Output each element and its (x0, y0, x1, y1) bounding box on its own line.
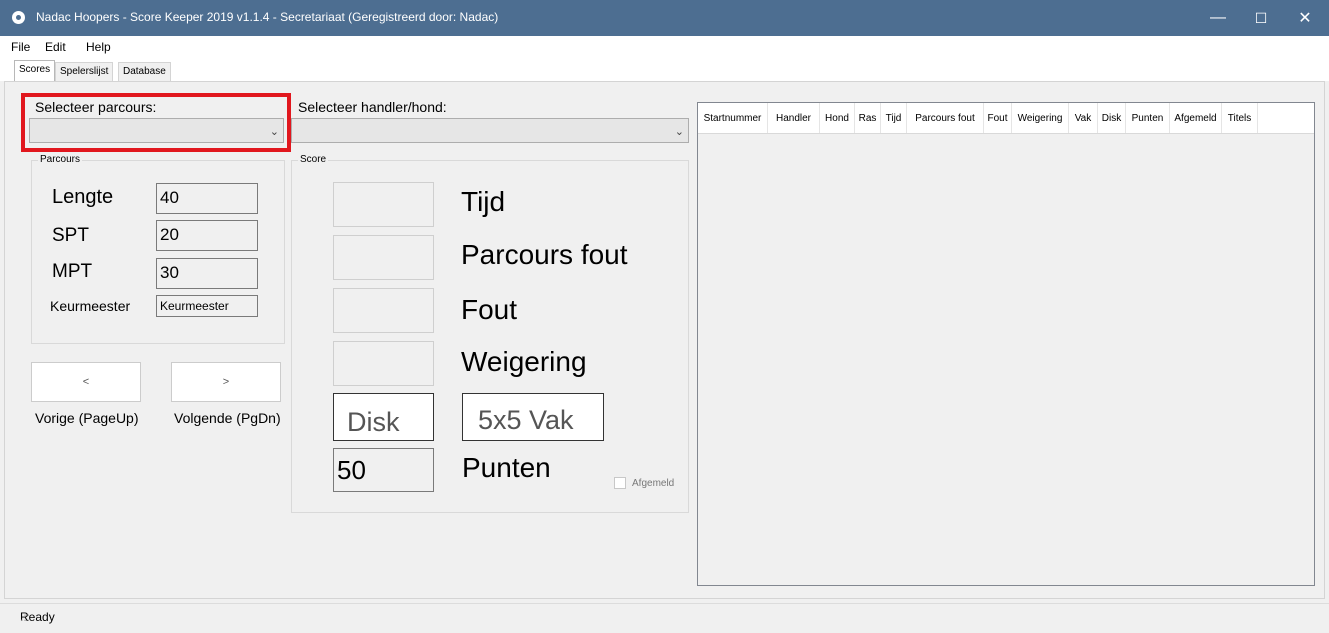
lengte-field[interactable]: 40 (156, 183, 258, 214)
highlight-box (21, 93, 291, 152)
column-punten[interactable]: Punten (1126, 103, 1170, 133)
keurmeester-field[interactable]: Keurmeester (156, 295, 258, 317)
mpt-label: MPT (52, 261, 93, 282)
spt-label: SPT (52, 225, 89, 246)
previous-label: Vorige (PageUp) (35, 410, 139, 426)
app-icon (12, 11, 25, 24)
column-parcours-fout[interactable]: Parcours fout (907, 103, 984, 133)
column-handler[interactable]: Handler (768, 103, 820, 133)
tijd-label: Tijd (461, 186, 506, 217)
title-bar[interactable]: Nadac Hoopers - Score Keeper 2019 v1.1.4… (0, 0, 1329, 36)
close-button[interactable]: ✕ (1282, 0, 1328, 36)
next-button[interactable]: > (171, 362, 281, 402)
afgemeld-label: Afgemeld (632, 478, 675, 489)
parcours-fout-field[interactable] (333, 235, 434, 280)
results-grid[interactable]: Startnummer Handler Hond Ras Tijd Parcou… (697, 102, 1315, 586)
menu-help[interactable]: Help (86, 40, 111, 54)
select-handler-label: Selecteer handler/hond: (298, 99, 447, 115)
column-ras[interactable]: Ras (855, 103, 881, 133)
window-title: Nadac Hoopers - Score Keeper 2019 v1.1.4… (36, 10, 499, 24)
punten-field[interactable]: 50 (333, 448, 434, 492)
minimize-button[interactable]: — (1195, 0, 1241, 36)
afgemeld-checkbox[interactable] (614, 477, 626, 489)
column-tijd[interactable]: Tijd (881, 103, 907, 133)
tab-database[interactable]: Database (118, 62, 171, 81)
fout-field[interactable] (333, 288, 434, 333)
column-weigering[interactable]: Weigering (1012, 103, 1069, 133)
column-disk[interactable]: Disk (1098, 103, 1126, 133)
column-fout[interactable]: Fout (984, 103, 1012, 133)
tijd-field[interactable] (333, 182, 434, 227)
parcours-group-title: Parcours (38, 154, 83, 165)
vak-button[interactable]: 5x5 Vak (462, 393, 604, 441)
resize-grip-icon[interactable]: .:: (20, 610, 1321, 624)
weigering-field[interactable] (333, 341, 434, 386)
lengte-label: Lengte (52, 186, 114, 208)
tab-strip: Scores Spelerslijst Database (0, 60, 1329, 81)
tab-scores[interactable]: Scores (14, 60, 56, 81)
previous-button[interactable]: < (31, 362, 141, 402)
column-hond[interactable]: Hond (820, 103, 855, 133)
disk-button[interactable]: Disk (333, 393, 434, 441)
menu-bar: File Edit Help (0, 36, 1329, 60)
status-bar: Ready .:: (0, 603, 1329, 633)
column-vak[interactable]: Vak (1069, 103, 1098, 133)
maximize-button[interactable]: ☐ (1238, 0, 1284, 36)
keurmeester-label: Keurmeester (50, 298, 131, 314)
score-group-title: Score (298, 154, 329, 165)
column-titels[interactable]: Titels (1222, 103, 1258, 133)
column-afgemeld[interactable]: Afgemeld (1170, 103, 1222, 133)
mpt-field[interactable]: 30 (156, 258, 258, 289)
menu-file[interactable]: File (11, 40, 30, 54)
grid-header: Startnummer Handler Hond Ras Tijd Parcou… (698, 103, 1314, 134)
weigering-label: Weigering (461, 346, 587, 377)
fout-label: Fout (461, 294, 518, 325)
menu-edit[interactable]: Edit (45, 40, 66, 54)
chevron-down-icon: ⌄ (674, 126, 684, 138)
column-startnummer[interactable]: Startnummer (698, 103, 768, 133)
next-label: Volgende (PgDn) (174, 410, 281, 426)
parcours-fout-label: Parcours fout (461, 239, 628, 270)
spt-field[interactable]: 20 (156, 220, 258, 251)
tab-spelerslijst[interactable]: Spelerslijst (55, 62, 114, 81)
handler-dropdown[interactable]: ⌄ (291, 118, 689, 143)
punten-label: Punten (462, 452, 551, 483)
